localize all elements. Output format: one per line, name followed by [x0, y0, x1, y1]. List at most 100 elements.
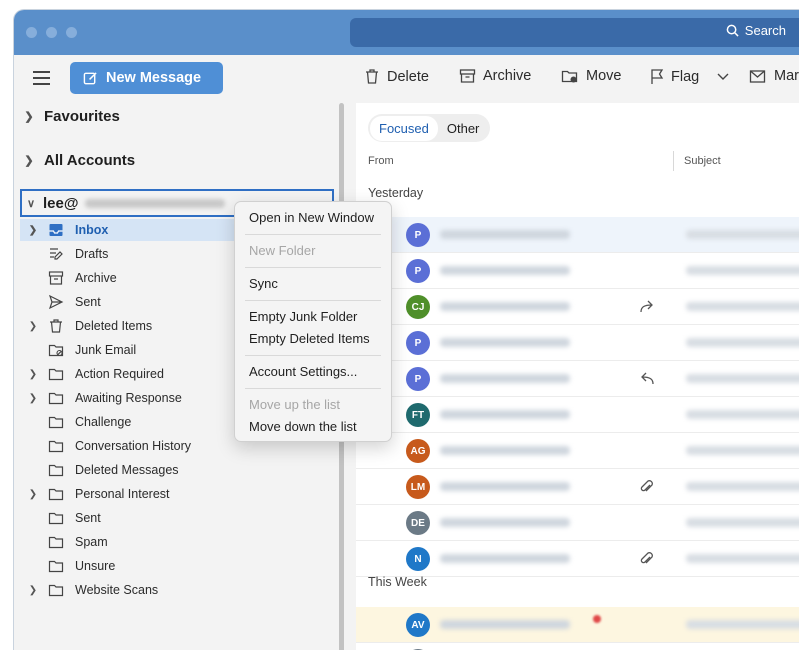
redacted-sender [440, 482, 570, 491]
message-row[interactable]: CJ [356, 289, 799, 325]
account-context-menu: Open in New Window New Folder Sync Empty… [234, 201, 392, 442]
chevron-right-icon[interactable]: ❯ [24, 110, 34, 123]
folder-icon [48, 366, 65, 382]
message-row[interactable]: DE [356, 643, 799, 650]
minimize-window-button[interactable] [46, 27, 57, 38]
tab-other[interactable]: Other [438, 116, 489, 141]
trash-icon [48, 318, 65, 334]
archive-icon [48, 270, 65, 286]
chevron-right-icon[interactable]: ❯ [28, 585, 38, 596]
search-icon [726, 24, 739, 37]
sidebar-folder[interactable]: Sent [20, 507, 334, 529]
redacted-subject [686, 410, 799, 419]
search-button[interactable]: Search [726, 23, 786, 38]
sender-avatar: N [406, 547, 430, 571]
message-row[interactable]: AV [356, 607, 799, 643]
tab-focused[interactable]: Focused [370, 115, 438, 141]
menu-icon[interactable] [33, 71, 50, 85]
inbox-icon [48, 222, 65, 238]
message-row[interactable]: P [356, 253, 799, 289]
redacted-sender [440, 230, 570, 239]
folder-label: Sent [75, 295, 101, 309]
folder-label: Action Required [75, 367, 164, 381]
junk-icon [48, 342, 65, 358]
column-subject[interactable]: Subject [684, 155, 721, 167]
mark-read-icon [749, 70, 766, 83]
sidebar-folder[interactable]: ❯ Personal Interest [20, 483, 334, 505]
chevron-right-icon[interactable]: ❯ [28, 369, 38, 380]
folder-label: Drafts [75, 247, 109, 261]
new-message-label: New Message [106, 70, 202, 86]
folder-icon [48, 510, 65, 526]
redacted-sender [440, 554, 570, 563]
sender-avatar: CJ [406, 295, 430, 319]
folder-label: Deleted Items [75, 319, 153, 333]
menu-account-settings[interactable]: Account Settings... [249, 364, 357, 379]
toolbar: New Message Delete Archive Move Flag Mar [14, 55, 799, 103]
close-window-button[interactable] [26, 27, 37, 38]
all-accounts-section[interactable]: ❯ All Accounts [24, 152, 135, 169]
sidebar-folder[interactable]: Unsure [20, 555, 334, 577]
message-row[interactable]: P [356, 325, 799, 361]
sender-avatar: AG [406, 439, 430, 463]
favourites-section[interactable]: ❯ Favourites [24, 108, 119, 125]
chevron-right-icon[interactable]: ❯ [28, 225, 38, 236]
column-separator[interactable] [673, 151, 674, 171]
redacted-subject [686, 230, 799, 239]
archive-label: Archive [483, 68, 532, 84]
all-accounts-label: All Accounts [44, 152, 136, 169]
move-button[interactable]: Move [561, 68, 621, 84]
menu-move-down[interactable]: Move down the list [249, 419, 357, 434]
archive-button[interactable]: Archive [459, 68, 531, 84]
sender-avatar: LM [406, 475, 430, 499]
sidebar-folder[interactable]: Deleted Messages [20, 459, 334, 481]
redacted-subject [686, 266, 799, 275]
attachment-icon [638, 479, 656, 495]
folder-label: Junk Email [75, 343, 137, 357]
menu-empty-deleted-items[interactable]: Empty Deleted Items [249, 331, 370, 346]
move-label: Move [586, 68, 622, 84]
sender-avatar: AV [406, 613, 430, 637]
message-row[interactable]: P [356, 361, 799, 397]
folder-icon [48, 582, 65, 598]
message-row[interactable]: LM [356, 469, 799, 505]
sender-avatar: P [406, 331, 430, 355]
menu-separator [245, 234, 381, 235]
menu-empty-junk-folder[interactable]: Empty Junk Folder [249, 309, 357, 324]
menu-sync[interactable]: Sync [249, 276, 278, 291]
chevron-right-icon[interactable]: ❯ [28, 321, 38, 332]
chevron-down-icon[interactable] [716, 72, 730, 82]
column-from[interactable]: From [368, 155, 394, 167]
sidebar-folder[interactable]: Spam [20, 531, 334, 553]
chevron-right-icon[interactable]: ❯ [28, 393, 38, 404]
outlook-window: Search New Message Delete Archive Move F… [14, 10, 799, 650]
chevron-down-icon[interactable]: ∨ [26, 197, 36, 210]
redacted-subject [686, 518, 799, 527]
inbox-pivot: Focused Other [368, 114, 491, 142]
trash-icon [366, 69, 378, 84]
compose-icon [83, 71, 97, 84]
importance-icon [593, 615, 601, 623]
reply-icon [638, 371, 656, 387]
message-row[interactable]: P [356, 217, 799, 253]
new-message-button[interactable]: New Message [70, 62, 223, 94]
message-row[interactable]: FT [356, 397, 799, 433]
chevron-right-icon[interactable]: ❯ [24, 154, 34, 167]
folder-icon [48, 438, 65, 454]
flag-button[interactable]: Flag [650, 68, 730, 85]
chevron-right-icon[interactable]: ❯ [28, 489, 38, 500]
zoom-window-button[interactable] [66, 27, 77, 38]
menu-open-in-new-window[interactable]: Open in New Window [249, 210, 374, 225]
redacted-sender [440, 446, 570, 455]
folder-label: Challenge [75, 415, 132, 429]
message-row[interactable]: DE [356, 505, 799, 541]
delete-button[interactable]: Delete [364, 68, 429, 85]
message-row[interactable]: N [356, 541, 799, 577]
sidebar-folder[interactable]: ❯ Website Scans [20, 579, 334, 601]
folder-label: Unsure [75, 559, 116, 573]
message-row[interactable]: AG [356, 433, 799, 469]
folder-label: Inbox [75, 223, 109, 237]
mark-button[interactable]: Mar [749, 68, 799, 84]
search-bar[interactable]: Search [350, 18, 799, 47]
folder-label: Spam [75, 535, 108, 549]
